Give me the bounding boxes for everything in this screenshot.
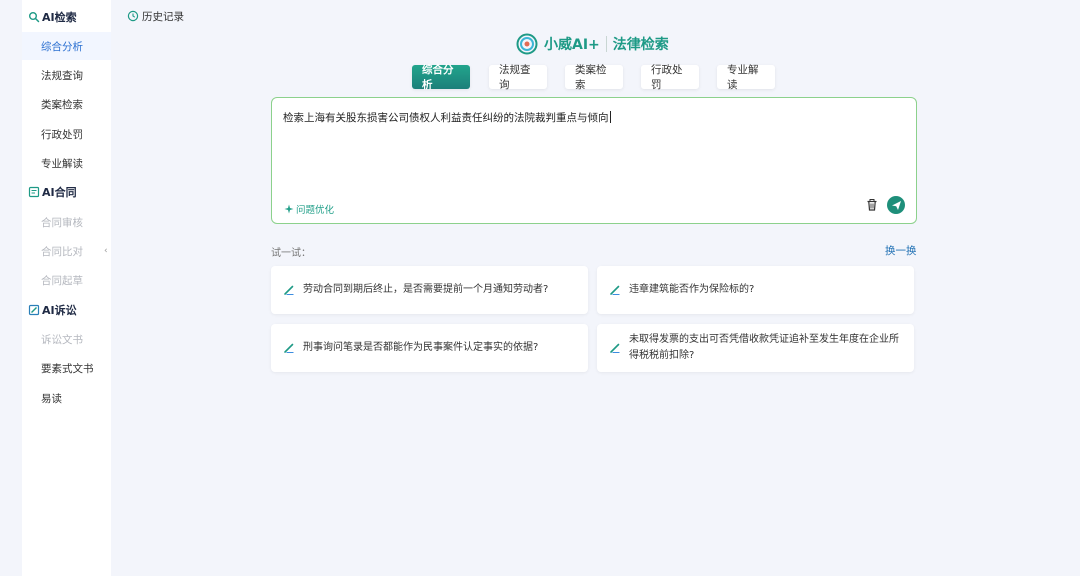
- query-input[interactable]: 检索上海有关股东损害公司债权人利益责任纠纷的法院裁判重点与倾向: [283, 110, 611, 125]
- optimize-question-label: 问题优化: [296, 205, 335, 216]
- history-label: 历史记录: [142, 10, 184, 23]
- sidebar-section-ai-litigation: AI诉讼: [22, 297, 111, 323]
- sidebar-item-contract-compare[interactable]: 合同比对: [22, 237, 111, 265]
- suggestion-text: 未取得发票的支出可否凭借收款凭证追补至发生年度在企业所得税税前扣除?: [629, 334, 899, 361]
- tab-similar-case-search[interactable]: 类案检索: [565, 64, 623, 91]
- text-caret: [609, 111, 611, 123]
- search-icon: [28, 11, 40, 23]
- pen-icon: [283, 342, 295, 354]
- suggestion-card[interactable]: 刑事询问笔录是否都能作为民事案件认定事实的依据?: [271, 324, 588, 372]
- sidebar-item-contract-review[interactable]: 合同审核: [22, 208, 111, 236]
- brand-logo-icon: [516, 33, 538, 55]
- suggestion-card[interactable]: 违章建筑能否作为保险标的?: [597, 266, 914, 314]
- sidebar-collapse-arrow-icon[interactable]: ‹: [104, 246, 108, 256]
- sidebar-section-ai-contract: AI合同: [22, 179, 111, 205]
- sidebar-section-title: AI诉讼: [42, 304, 77, 317]
- brand-header: 小威AI+ 法律检索: [516, 32, 669, 56]
- suggestion-text: 违章建筑能否作为保险标的?: [629, 284, 755, 295]
- suggestion-card[interactable]: 劳动合同到期后终止，是否需要提前一个月通知劳动者?: [271, 266, 588, 314]
- contract-icon: [28, 186, 40, 198]
- pen-icon: [609, 284, 621, 296]
- tab-comprehensive-analysis[interactable]: 综合分析: [412, 64, 470, 91]
- sidebar-section-ai-search: AI检索: [22, 4, 111, 30]
- query-input-text: 检索上海有关股东损害公司债权人利益责任纠纷的法院裁判重点与倾向: [283, 112, 609, 124]
- sidebar-section-title: AI合同: [42, 186, 77, 199]
- history-button[interactable]: 历史记录: [127, 7, 184, 25]
- try-it-label: 试一试：: [271, 248, 311, 259]
- suggestion-text: 劳动合同到期后终止，是否需要提前一个月通知劳动者?: [303, 284, 549, 295]
- pen-icon: [609, 342, 621, 354]
- send-button[interactable]: [887, 196, 905, 214]
- sidebar-item-element-documents[interactable]: 要素式文书: [22, 354, 111, 382]
- brand-divider: [605, 36, 607, 52]
- sidebar-item-administrative-penalty[interactable]: 行政处罚: [22, 120, 111, 148]
- pen-icon: [283, 284, 295, 296]
- query-input-box[interactable]: 检索上海有关股东损害公司债权人利益责任纠纷的法院裁判重点与倾向 问题优化: [271, 97, 917, 224]
- tab-regulation-query[interactable]: 法规查询: [489, 64, 547, 91]
- sidebar-item-similar-case-search[interactable]: 类案检索: [22, 90, 111, 118]
- history-clock-icon: [127, 10, 139, 22]
- trash-icon[interactable]: [865, 198, 879, 212]
- sparkle-icon: [284, 204, 294, 214]
- sidebar-item-litigation-documents[interactable]: 诉讼文书: [22, 325, 111, 353]
- tab-professional-interpretation[interactable]: 专业解读: [717, 64, 775, 91]
- brand-name: 小威AI+: [544, 37, 600, 53]
- suggestion-text: 刑事询问笔录是否都能作为民事案件认定事实的依据?: [303, 342, 539, 353]
- sidebar-item-contract-draft[interactable]: 合同起草: [22, 266, 111, 294]
- litigation-icon: [28, 304, 40, 316]
- refresh-suggestions-link[interactable]: 换一换: [885, 243, 917, 258]
- brand-title: 法律检索: [612, 37, 669, 53]
- sidebar-section-title: AI检索: [42, 11, 77, 24]
- send-icon: [891, 200, 901, 210]
- sidebar-item-comprehensive-analysis[interactable]: 综合分析: [22, 32, 111, 60]
- search-mode-tabs: 综合分析 法规查询 类案检索 行政处罚 专业解读: [0, 64, 1080, 91]
- optimize-question-button[interactable]: 问题优化: [284, 202, 334, 216]
- suggestion-card[interactable]: 未取得发票的支出可否凭借收款凭证追补至发生年度在企业所得税税前扣除?: [597, 324, 914, 372]
- tab-administrative-penalty[interactable]: 行政处罚: [641, 64, 699, 91]
- sidebar-item-easy-read[interactable]: 易读: [22, 384, 111, 412]
- sidebar-item-professional-interpretation[interactable]: 专业解读: [22, 149, 111, 177]
